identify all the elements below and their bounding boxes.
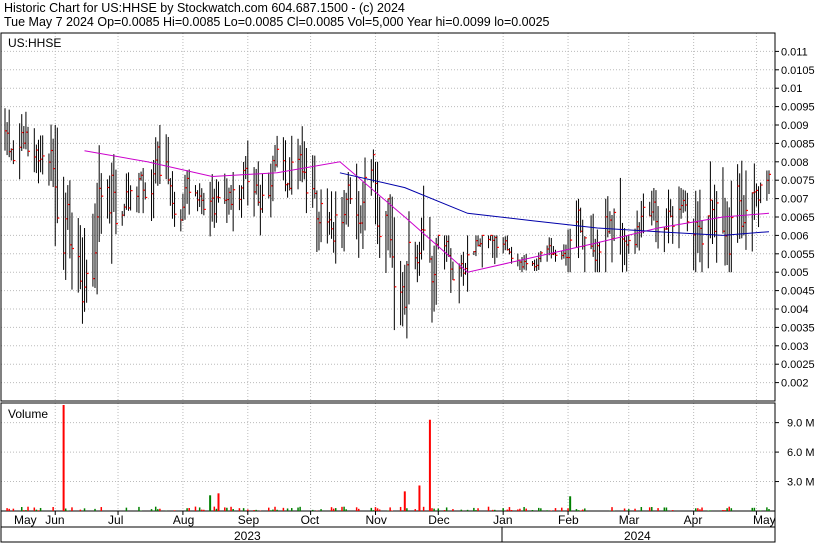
price-tick-label: 0.007 — [781, 194, 809, 206]
month-label: May — [14, 513, 37, 527]
price-tick-label: 0.002 — [781, 378, 809, 390]
month-label: Oct — [301, 513, 320, 527]
year-label: 2023 — [234, 529, 261, 543]
month-label: Jan — [493, 513, 512, 527]
price-tick-label: 0.009 — [781, 120, 809, 132]
month-label: Sep — [238, 513, 260, 527]
chart-grid — [1, 33, 775, 511]
month-label: Jun — [45, 513, 64, 527]
month-label: Dec — [428, 513, 449, 527]
price-axis: 0.011 0.0105 0.01 0.0095 0.009 0.0085 0.008 0.0… — [775, 46, 815, 390]
volume-tick-label: 9.0 M — [787, 418, 815, 430]
price-tick-label: 0.0075 — [781, 175, 815, 187]
month-label: Nov — [365, 513, 386, 527]
price-tick-label: 0.006 — [781, 230, 809, 242]
price-tick-label: 0.003 — [781, 341, 809, 353]
price-tick-label: 0.0035 — [781, 322, 815, 334]
price-tick-label: 0.0065 — [781, 212, 815, 224]
volume-tick-label: 6.0 M — [787, 447, 815, 459]
price-tick-label: 0.008 — [781, 157, 809, 169]
month-label: Feb — [558, 513, 579, 527]
price-tick-label: 0.0055 — [781, 249, 815, 261]
price-tick-label: 0.0095 — [781, 102, 815, 114]
month-label: Mar — [619, 513, 640, 527]
price-tick-label: 0.0025 — [781, 359, 815, 371]
price-tick-label: 0.01 — [781, 83, 802, 95]
stock-chart: 0.011 0.0105 0.01 0.0095 0.009 0.0085 0.008 0.0… — [0, 32, 815, 543]
month-label: Aug — [173, 513, 194, 527]
month-label: Jul — [108, 513, 123, 527]
volume-panel-frame — [0, 402, 776, 512]
price-panel-label: US:HHSE — [8, 36, 61, 50]
volume-panel-label: Volume — [8, 407, 48, 421]
price-tick-label: 0.005 — [781, 267, 809, 279]
price-bars — [4, 108, 771, 339]
price-tick-label: 0.0105 — [781, 65, 815, 77]
volume-bars — [6, 404, 770, 511]
price-tick-label: 0.004 — [781, 304, 809, 316]
month-label: Apr — [684, 513, 703, 527]
volume-axis: 9.0 M 6.0 M 3.0 M — [775, 418, 815, 489]
price-tick-label: 0.011 — [781, 46, 808, 58]
year-label: 2024 — [624, 529, 651, 543]
moving-average-long — [339, 172, 770, 236]
price-tick-label: 0.0045 — [781, 286, 815, 298]
month-label: May — [753, 513, 776, 527]
volume-tick-label: 3.0 M — [787, 477, 815, 489]
price-tick-label: 0.0085 — [781, 138, 815, 150]
